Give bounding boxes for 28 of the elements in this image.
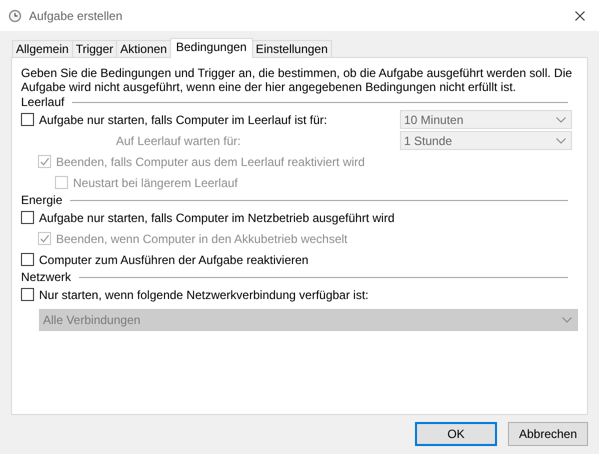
tab[interactable]: Allgemein (12, 40, 73, 57)
tab[interactable]: Bedingungen (170, 38, 253, 58)
checkbox[interactable] (21, 288, 34, 301)
checkbox-label: Beenden, falls Computer aus dem Leerlauf reaktiviert wird (56, 154, 365, 168)
chevron-icon (556, 116, 566, 122)
clock-icon (8, 8, 22, 22)
section-title: Energie (21, 193, 62, 207)
checkbox-label: Aufgabe nur starten, falls Computer im Netzbetrieb ausgeführt wird (39, 210, 395, 224)
dialog-button[interactable]: Abbrechen (508, 422, 588, 446)
chevron-icon (562, 317, 572, 323)
checkbox-label: Beenden, wenn Computer in den Akkubetrieb wechselt (56, 232, 348, 246)
section-title: Netzwerk (21, 270, 72, 284)
checkbox-label: Neustart bei längerem Leerlauf (73, 176, 238, 190)
checkbox-label: Aufgabe nur starten, falls Computer im Leerlauf ist für: (39, 112, 328, 126)
tab[interactable]: Trigger (72, 40, 118, 57)
dialog-button[interactable]: OK (415, 422, 497, 446)
checkbox-label: Nur starten, wenn folgende Netzwerkverbindung verfügbar ist: (39, 288, 369, 302)
field-label: Auf Leerlauf warten für: (115, 134, 241, 148)
chevron-icon (556, 138, 566, 144)
section-title: Leerlauf (21, 95, 64, 109)
intro-text: Geben Sie die Bedingungen und Trigger an, die bestimmen, ob die Aufgabe ausgeführt werden soll. Die Aufgabe wird nicht ausgeführt, wenn eine der hier angegebenen Bedingungen nicht erfüllt ist. (21, 66, 574, 94)
close-icon[interactable] (575, 10, 585, 20)
window-title: Aufgabe erstellen (29, 8, 124, 22)
checkbox[interactable] (21, 113, 34, 126)
tab[interactable]: Einstellungen (252, 40, 332, 57)
checkbox[interactable] (21, 253, 34, 266)
checkbox[interactable] (21, 211, 34, 224)
checkbox-label: Computer zum Ausführen der Aufgabe reaktivieren (39, 252, 308, 266)
